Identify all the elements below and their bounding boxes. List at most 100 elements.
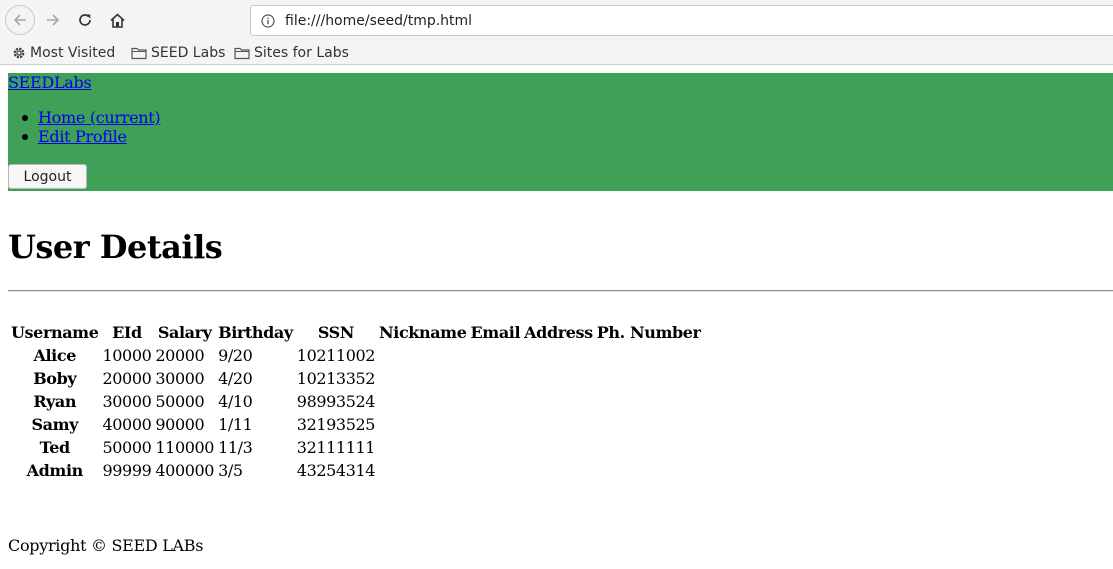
page-title: User Details bbox=[8, 228, 223, 266]
cell-phone bbox=[596, 460, 702, 481]
cell-birthday: 1/11 bbox=[218, 415, 253, 434]
col-header-salary: Salary bbox=[157, 323, 212, 342]
table-row: Boby 20000 30000 4/20 10213352 bbox=[10, 368, 702, 389]
cell-email bbox=[470, 460, 522, 481]
cell-salary: 30000 bbox=[155, 369, 205, 388]
folder-icon bbox=[131, 47, 147, 60]
cell-nickname bbox=[378, 345, 467, 366]
forward-button[interactable] bbox=[37, 4, 69, 36]
nav-item-edit-profile: Edit Profile bbox=[8, 127, 160, 146]
nav-link-home[interactable]: Home (current) bbox=[38, 108, 161, 127]
gear-icon bbox=[13, 47, 25, 59]
cell-username: Admin bbox=[26, 461, 84, 480]
cell-username: Ted bbox=[39, 438, 71, 457]
table-header-row: Username EId Salary Birthday SSN Nicknam… bbox=[10, 322, 702, 343]
table-row: Alice 10000 20000 9/20 10211002 bbox=[10, 345, 702, 366]
col-header-ssn: SSN bbox=[317, 323, 355, 342]
bookmark-sites-for-labs[interactable]: Sites for Labs bbox=[234, 42, 349, 64]
cell-address bbox=[523, 460, 594, 481]
cell-email bbox=[470, 391, 522, 412]
arrow-right-icon bbox=[47, 14, 60, 26]
reload-button[interactable] bbox=[69, 4, 101, 36]
cell-birthday: 4/10 bbox=[218, 392, 253, 411]
cell-address bbox=[523, 414, 594, 435]
browser-toolbar: file:///home/seed/tmp.html bbox=[0, 0, 1113, 42]
cell-username: Alice bbox=[33, 346, 76, 365]
cell-birthday: 3/5 bbox=[218, 461, 243, 480]
cell-phone bbox=[596, 437, 702, 458]
cell-phone bbox=[596, 414, 702, 435]
cell-ssn: 10213352 bbox=[296, 369, 376, 388]
bookmarks-toolbar: Most Visited SEED Labs Sites for Labs bbox=[0, 42, 1113, 65]
cell-phone bbox=[596, 391, 702, 412]
cell-birthday: 4/20 bbox=[218, 369, 253, 388]
cell-ssn: 10211002 bbox=[296, 346, 376, 365]
table-row: Samy 40000 90000 1/11 32193525 bbox=[10, 414, 702, 435]
home-button[interactable] bbox=[101, 4, 133, 36]
cell-username: Ryan bbox=[33, 392, 77, 411]
bookmark-seed-labs[interactable]: SEED Labs bbox=[131, 42, 225, 64]
cell-salary: 50000 bbox=[155, 392, 205, 411]
cell-salary: 400000 bbox=[155, 461, 215, 480]
cell-address bbox=[523, 391, 594, 412]
table-row: Admin 99999 400000 3/5 43254314 bbox=[10, 460, 702, 481]
cell-address bbox=[523, 368, 594, 389]
cell-eid: 20000 bbox=[102, 369, 152, 388]
cell-phone bbox=[596, 368, 702, 389]
cell-address bbox=[523, 437, 594, 458]
cell-ssn: 32111111 bbox=[296, 438, 376, 457]
back-button[interactable] bbox=[4, 4, 36, 36]
table-row: Ryan 30000 50000 4/10 98993524 bbox=[10, 391, 702, 412]
cell-username: Samy bbox=[31, 415, 79, 434]
home-icon bbox=[109, 12, 125, 28]
page-content: SEEDLabs Home (current) Edit Profile Log… bbox=[0, 65, 1113, 569]
cell-email bbox=[470, 414, 522, 435]
brand-link[interactable]: SEEDLabs bbox=[8, 73, 92, 92]
url-text: file:///home/seed/tmp.html bbox=[285, 12, 473, 29]
cell-salary: 90000 bbox=[155, 415, 205, 434]
cell-salary: 20000 bbox=[155, 346, 205, 365]
cell-email bbox=[470, 345, 522, 366]
logout-button[interactable]: Logout bbox=[8, 164, 87, 189]
bookmark-label: SEED Labs bbox=[151, 45, 226, 61]
col-header-phone: Ph. Number bbox=[596, 323, 701, 342]
page-info-icon[interactable] bbox=[255, 6, 281, 35]
cell-ssn: 98993524 bbox=[296, 392, 376, 411]
nav-links: Home (current) Edit Profile bbox=[8, 108, 161, 146]
nav-item-home: Home (current) bbox=[8, 108, 161, 127]
footer-copyright: Copyright © SEED LABs bbox=[8, 536, 204, 555]
cell-username: Boby bbox=[33, 369, 77, 388]
cell-ssn: 43254314 bbox=[296, 461, 376, 480]
cell-nickname bbox=[378, 368, 467, 389]
col-header-email: Email bbox=[470, 323, 521, 342]
cell-salary: 110000 bbox=[155, 438, 215, 457]
col-header-nickname: Nickname bbox=[379, 323, 467, 342]
cell-birthday: 9/20 bbox=[218, 346, 253, 365]
cell-nickname bbox=[378, 460, 467, 481]
cell-birthday: 11/3 bbox=[218, 438, 253, 457]
cell-email bbox=[470, 437, 522, 458]
address-bar[interactable]: file:///home/seed/tmp.html bbox=[250, 5, 1113, 36]
cell-eid: 40000 bbox=[102, 415, 152, 434]
cell-nickname bbox=[378, 437, 467, 458]
user-details-table: Username EId Salary Birthday SSN Nicknam… bbox=[8, 320, 704, 483]
divider bbox=[8, 290, 1113, 292]
cell-phone bbox=[596, 345, 702, 366]
col-header-eid: EId bbox=[112, 323, 142, 342]
bookmark-most-visited[interactable]: Most Visited bbox=[12, 42, 115, 64]
nav-link-edit-profile[interactable]: Edit Profile bbox=[38, 127, 127, 146]
col-header-username: Username bbox=[11, 323, 99, 342]
cell-nickname bbox=[378, 391, 467, 412]
cell-eid: 50000 bbox=[102, 438, 152, 457]
cell-email bbox=[470, 368, 522, 389]
site-navbar: SEEDLabs Home (current) Edit Profile Log… bbox=[8, 73, 1113, 191]
folder-icon bbox=[234, 47, 250, 60]
cell-address bbox=[523, 345, 594, 366]
cell-ssn: 32193525 bbox=[296, 415, 376, 434]
col-header-birthday: Birthday bbox=[218, 323, 293, 342]
arrow-left-icon bbox=[13, 14, 26, 26]
reload-icon bbox=[79, 14, 91, 26]
table-row: Ted 50000 110000 11/3 32111111 bbox=[10, 437, 702, 458]
cell-eid: 30000 bbox=[102, 392, 152, 411]
cell-eid: 10000 bbox=[102, 346, 152, 365]
